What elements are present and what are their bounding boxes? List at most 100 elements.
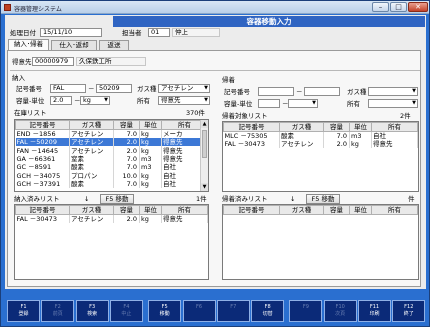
fkey-f3[interactable]: F3 検索 xyxy=(75,300,109,322)
cell: 7.0 xyxy=(113,163,140,172)
tab-delivery-return[interactable]: 納入･帰着 xyxy=(8,39,49,50)
fkey-f12[interactable]: F12 終了 xyxy=(392,300,426,322)
screen-banner: 容器移動入力 xyxy=(113,16,425,27)
title-bar[interactable]: 容器管理システム – □ ✕ xyxy=(1,1,429,14)
fkey-code: F7 xyxy=(230,304,237,310)
delivery-owner-select[interactable]: 得意先 ▼ xyxy=(158,96,210,105)
delivery-serial-prefix-field[interactable]: FAL xyxy=(50,84,86,93)
delivery-capacity-field[interactable]: 2.0 xyxy=(50,96,72,105)
fkey-f11[interactable]: F11 印刷 xyxy=(358,300,391,322)
column-header[interactable]: 容量 xyxy=(323,205,350,215)
return-target-list-grid[interactable]: 記号番号 ガス種 容量 単位 所有 MLC －75305 酸素 7.0 m3 自社 FA… xyxy=(222,121,419,192)
cell: GA －66361 xyxy=(15,154,70,164)
fkey-f1[interactable]: F1 登録 xyxy=(7,300,40,322)
fkey-f10[interactable]: F10 次頁 xyxy=(323,300,357,322)
delivery-move-button[interactable]: F5 移動 xyxy=(100,194,134,204)
cell: 2.0 xyxy=(323,140,350,149)
column-header[interactable]: ガス種 xyxy=(279,122,324,132)
table-row[interactable]: FAL －30473 アセチレン 2.0 kg 得意先 xyxy=(15,214,208,223)
table-row[interactable]: GC －8591 酸素 7.0 m3 自社 xyxy=(15,163,208,172)
fkey-f9[interactable]: F9 xyxy=(289,300,323,322)
return-section-label: 帰着 xyxy=(222,76,235,84)
column-header[interactable]: 単位 xyxy=(349,205,372,215)
scroll-up-icon[interactable]: ▲ xyxy=(201,120,208,128)
cell: GC －8591 xyxy=(15,163,70,172)
column-header[interactable]: 記号番号 xyxy=(15,120,70,130)
stock-list-grid[interactable]: 記号番号 ガス種 容量 単位 所有 END －1856 アセチレン 7.0 kg メーカ… xyxy=(14,119,209,192)
column-header[interactable]: ガス種 xyxy=(69,120,114,130)
column-header[interactable]: 記号番号 xyxy=(223,122,280,132)
table-row[interactable]: GCH －34075 プロパン 10.0 kg 自社 xyxy=(15,171,208,180)
column-header[interactable]: 容量 xyxy=(113,205,140,215)
fkey-f7[interactable]: F7 xyxy=(216,300,250,322)
table-row[interactable]: GCH －37391 酸素 7.0 kg 自社 xyxy=(15,179,208,189)
column-header[interactable]: ガス種 xyxy=(279,205,324,215)
column-header[interactable]: 記号番号 xyxy=(223,205,280,215)
table-row[interactable]: FAL －50209 アセチレン 2.0 kg 得意先 xyxy=(15,138,208,147)
cell: 7.0 xyxy=(323,131,350,140)
fkey-code: F12 xyxy=(404,304,414,310)
cell: アセチレン xyxy=(69,129,114,138)
column-header[interactable]: 単位 xyxy=(139,205,162,215)
table-row[interactable]: MLC －75305 酸素 7.0 m3 自社 xyxy=(223,131,418,140)
column-header[interactable]: 容量 xyxy=(113,120,140,130)
cell: アセチレン xyxy=(279,140,324,149)
tab-send-back[interactable]: 返送 xyxy=(99,40,129,50)
fkey-f4[interactable]: F4 中止 xyxy=(109,300,143,322)
fkey-code: F10 xyxy=(335,304,345,310)
fkey-f5[interactable]: F5 移動 xyxy=(148,300,182,322)
return-gas-select[interactable]: ▼ xyxy=(368,87,418,96)
return-unit-select[interactable]: ▼ xyxy=(288,99,318,108)
cell: m3 xyxy=(349,131,372,140)
cell: 自社 xyxy=(371,131,418,140)
customer-label: 得意先 xyxy=(12,58,32,66)
return-gas-label: ガス種 xyxy=(347,88,367,96)
column-header[interactable]: 記号番号 xyxy=(15,205,70,215)
cell: 窒素 xyxy=(69,154,114,164)
date-field[interactable]: 15/11/10 xyxy=(40,28,102,37)
cell: 2.0 xyxy=(113,138,140,147)
column-header[interactable]: ガス種 xyxy=(69,205,114,215)
stock-list-scrollbar[interactable]: ▲ ▼ xyxy=(200,120,208,191)
close-button[interactable]: ✕ xyxy=(408,2,428,12)
table-row[interactable]: FAN －14645 アセチレン 2.0 kg 得意先 xyxy=(15,146,208,155)
fkey-f2[interactable]: F2 前頁 xyxy=(41,300,75,322)
delivery-gas-select[interactable]: アセチレン ▼ xyxy=(158,84,210,93)
scroll-thumb[interactable] xyxy=(202,130,207,158)
column-header[interactable]: 所有 xyxy=(161,205,208,215)
table-row[interactable]: END －1856 アセチレン 7.0 kg メーカ xyxy=(15,129,208,138)
cell: 7.0 xyxy=(113,129,140,138)
scroll-down-icon[interactable]: ▼ xyxy=(201,183,208,191)
fkey-f6[interactable]: F6 xyxy=(182,300,216,322)
return-serial-prefix-field[interactable] xyxy=(258,87,294,96)
customer-code-field[interactable]: 00000979 xyxy=(32,57,74,66)
cell: kg xyxy=(139,146,162,155)
stock-list-label: 在庫リスト xyxy=(14,109,47,117)
table-row[interactable]: GA －66361 窒素 7.0 m3 得意先 xyxy=(15,154,208,164)
staff-code-field[interactable]: 01 xyxy=(148,28,170,37)
delivery-unit-select[interactable]: kg ▼ xyxy=(80,96,110,105)
delivery-serial-number-field[interactable]: 50209 xyxy=(96,84,132,93)
return-owner-select[interactable]: ▼ xyxy=(368,99,418,108)
chevron-down-icon: ▼ xyxy=(104,97,108,103)
column-header[interactable]: 所有 xyxy=(371,205,418,215)
return-capacity-field[interactable] xyxy=(258,99,280,108)
customer-name-field: 久保鉄工所 xyxy=(76,57,146,66)
table-row[interactable]: FAL －30473 アセチレン 2.0 kg 得意先 xyxy=(223,140,418,149)
minimize-button[interactable]: – xyxy=(372,2,389,12)
delivered-list-label: 納入済みリスト xyxy=(14,195,60,203)
return-move-button[interactable]: F5 移動 xyxy=(306,194,340,204)
return-target-list-count: 2件 xyxy=(400,112,411,120)
fkey-f8[interactable]: F8 切替 xyxy=(251,300,285,322)
return-serial-number-field[interactable] xyxy=(304,87,340,96)
delivered-list-grid[interactable]: 記号番号 ガス種 容量 単位 所有 FAL －30473 アセチレン 2.0 kg 得意… xyxy=(14,204,209,280)
column-header[interactable]: 容量 xyxy=(323,122,350,132)
column-header[interactable]: 単位 xyxy=(139,120,162,130)
column-header[interactable]: 単位 xyxy=(349,122,372,132)
cell: GCH －34075 xyxy=(15,171,70,180)
tab-purchase-return[interactable]: 仕入･返却 xyxy=(51,40,97,50)
returned-list-grid[interactable]: 記号番号 ガス種 容量 単位 所有 xyxy=(222,204,419,280)
column-header[interactable]: 所有 xyxy=(371,122,418,132)
maximize-button[interactable]: □ xyxy=(390,2,407,12)
cell: 得意先 xyxy=(161,214,208,223)
